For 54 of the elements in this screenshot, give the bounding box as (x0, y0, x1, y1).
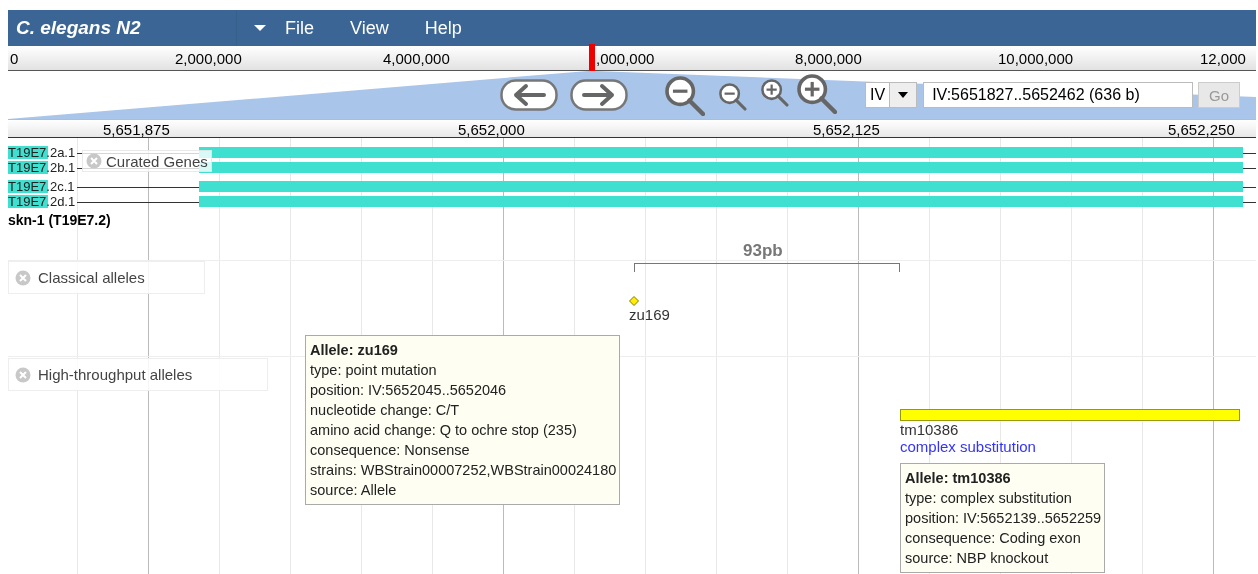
track-label[interactable]: Curated Genes (82, 150, 212, 172)
position-marker[interactable] (589, 44, 595, 71)
close-icon[interactable] (15, 366, 31, 383)
zoom-out-icon[interactable] (719, 83, 747, 111)
scale-label: 5,652,000 (458, 121, 525, 138)
tooltip-line: source: NBP knockout (905, 549, 1050, 568)
menu-item[interactable]: Help (424, 17, 462, 39)
track-name: Classical alleles (38, 269, 145, 286)
scale-label: 0 (10, 50, 19, 67)
scale-label: ,000,000 (596, 50, 655, 67)
tooltip-line: consequence: Coding exon (905, 529, 1082, 548)
tooltip-title: Allele: zu169 (310, 341, 399, 360)
zoom-in-icon[interactable] (797, 74, 837, 114)
scale-label: 5,652,125 (813, 121, 880, 138)
scale-label: 2,000,000 (175, 50, 242, 67)
allele-marker[interactable] (629, 296, 639, 306)
menu-item[interactable]: View (350, 17, 389, 39)
close-icon[interactable] (86, 153, 102, 169)
scale-label: 8,000,000 (795, 50, 862, 67)
scale-label: 5,651,875 (103, 121, 170, 138)
scale-label: 4,000,000 (383, 50, 450, 67)
track-name: High-throughput alleles (38, 366, 193, 383)
scale-label: 12,000 (1200, 50, 1246, 67)
zoom-out-icon[interactable] (665, 76, 705, 116)
gene-name: skn-1 (T19E7.2) (8, 212, 111, 228)
location-field[interactable]: IV:5651827..5652462 (636 b) (923, 82, 1194, 108)
menu-item[interactable]: File (285, 17, 314, 39)
tooltip-line: type: point mutation (310, 361, 438, 380)
allele-name: zu169 (629, 306, 670, 323)
tooltip-line: nucleotide change: C/T (310, 401, 461, 420)
track-name: Curated Genes (106, 152, 208, 170)
zoom-in-icon[interactable] (761, 79, 789, 107)
tooltip-line: source: Allele (310, 481, 398, 500)
pan-left-icon[interactable] (500, 79, 558, 111)
allele-type: complex substitution (900, 438, 1037, 455)
allele-name: tm10386 (900, 421, 960, 438)
tooltip-line: position: IV:5652139..5652259 (905, 509, 1102, 528)
chromosome-dropdown[interactable]: IV (865, 82, 918, 108)
caret-icon[interactable] (254, 24, 266, 32)
tooltip-line: type: complex substitution (905, 489, 1073, 508)
scale-label: 10,000,000 (998, 50, 1074, 67)
scale-label: 5,652,250 (1168, 121, 1235, 138)
tooltip-title: Allele: tm10386 (905, 469, 1012, 488)
pan-right-icon[interactable] (570, 79, 628, 111)
tooltip-line: position: IV:5652045..5652046 (310, 381, 508, 400)
allele-bar[interactable] (900, 409, 1240, 421)
tooltip-line: amino acid change: Q to ochre stop (235) (310, 421, 578, 440)
track-label[interactable]: Classical alleles (8, 261, 205, 294)
track-label[interactable]: High-throughput alleles (8, 358, 268, 391)
tooltip-line: consequence: Nonsense (310, 441, 471, 460)
distance-label: 93pb (743, 241, 783, 261)
caret-icon[interactable] (898, 92, 909, 98)
tooltip-line: strains: WBStrain00007252,WBStrain00024180 (310, 461, 617, 480)
close-icon[interactable] (15, 269, 31, 286)
